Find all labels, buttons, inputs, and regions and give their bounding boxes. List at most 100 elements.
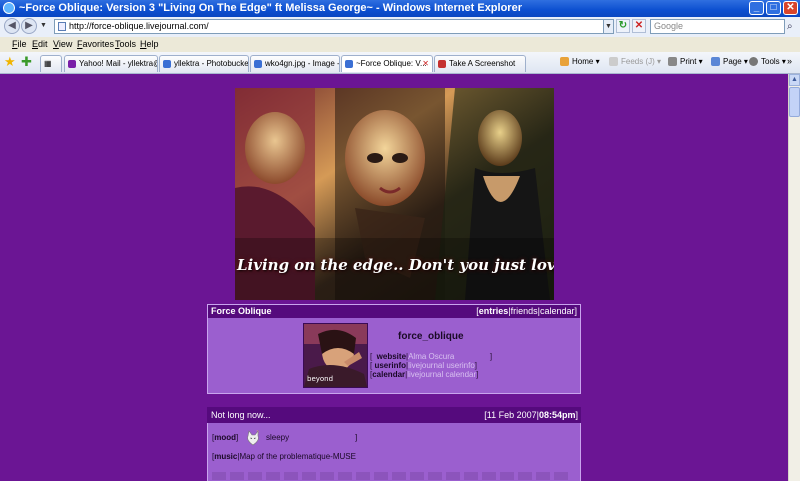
userinfo-link[interactable]: livejournal userinfo bbox=[408, 361, 475, 370]
tab-label: Take A Screenshot bbox=[449, 59, 516, 68]
calendar-row: [calendar|livejournal calendar] bbox=[370, 370, 479, 379]
tools-label: Tools bbox=[761, 57, 780, 66]
entry-text-cutoff bbox=[212, 472, 572, 480]
close-tab-icon[interactable]: ✕ bbox=[422, 56, 429, 71]
address-input[interactable]: http://force-oblique.livejournal.com/ bbox=[54, 19, 612, 34]
music-label: music bbox=[214, 452, 238, 461]
menu-view[interactable]: View bbox=[53, 37, 72, 52]
music-value: Map of the problematique-MUSE bbox=[239, 452, 356, 461]
menu-help[interactable]: Help bbox=[140, 37, 159, 52]
entry-date: [11 Feb 2007| bbox=[484, 410, 539, 420]
mood-label: mood bbox=[214, 433, 237, 442]
feeds-icon bbox=[609, 57, 618, 66]
tab-take-screenshot[interactable]: Take A Screenshot bbox=[434, 55, 526, 72]
add-favorite-icon[interactable]: ✚ bbox=[21, 55, 32, 69]
page-icon bbox=[58, 22, 66, 31]
menu-favorites[interactable]: Favorites bbox=[77, 37, 114, 52]
back-button[interactable]: ◀ bbox=[4, 18, 20, 34]
tab-label: wko4gn.jpg - Image - ... bbox=[265, 59, 340, 68]
sleepy-mood-icon bbox=[247, 430, 259, 446]
printer-icon bbox=[668, 57, 677, 66]
window-title: ~Force Oblique: Version 3 "Living On The… bbox=[19, 2, 522, 14]
journal-name: Force Oblique bbox=[211, 306, 272, 316]
nav-calendar-link[interactable]: calendar bbox=[540, 306, 575, 316]
feeds-button[interactable]: Feeds (J) ▾ bbox=[609, 56, 661, 68]
home-icon bbox=[560, 57, 569, 66]
page-button[interactable]: Page ▾ bbox=[711, 56, 748, 68]
menu-file[interactable]: File bbox=[12, 37, 27, 52]
address-dropdown[interactable]: ▼ bbox=[603, 19, 614, 34]
nav-entries-link[interactable]: entries bbox=[479, 306, 509, 316]
address-url: http://force-oblique.livejournal.com/ bbox=[69, 21, 209, 31]
home-button[interactable]: Home ▾ bbox=[560, 56, 600, 68]
search-input[interactable]: Google bbox=[650, 19, 785, 34]
userinfo-label: userinfo bbox=[374, 361, 407, 370]
userpic[interactable]: beyond bbox=[303, 323, 368, 388]
menu-tools[interactable]: Tools bbox=[115, 37, 136, 52]
window-titlebar: ~Force Oblique: Version 3 "Living On The… bbox=[0, 0, 800, 17]
profile-header: Force Oblique [entries|friends|calendar] bbox=[208, 305, 580, 318]
page-content: Living on the edge.. Don't you just love… bbox=[0, 74, 788, 481]
minimize-button[interactable]: _ bbox=[749, 1, 764, 15]
tab-label: Yahoo! Mail - yllektra@... bbox=[79, 59, 157, 68]
stop-button[interactable]: ✕ bbox=[632, 19, 646, 33]
page-icon bbox=[438, 60, 446, 68]
quick-tabs-icon: ▦ bbox=[44, 59, 52, 68]
bracket: ] bbox=[575, 410, 578, 420]
banner-caption: Living on the edge.. Don't you just love… bbox=[237, 256, 554, 274]
maximize-button[interactable]: □ bbox=[766, 1, 781, 15]
back-arrow-icon: ◀ bbox=[8, 20, 16, 31]
more-commands-button[interactable]: » bbox=[787, 56, 792, 66]
calendar-link[interactable]: livejournal calendar bbox=[407, 370, 476, 379]
tab-force-oblique[interactable]: ~Force Oblique: V... ✕ bbox=[341, 55, 433, 72]
address-toolbar: ◀ ▶ ▼ http://force-oblique.livejournal.c… bbox=[0, 17, 800, 37]
scroll-thumb[interactable] bbox=[789, 87, 800, 117]
internet-explorer-icon bbox=[3, 2, 15, 14]
journal-nav: [entries|friends|calendar] bbox=[476, 305, 577, 318]
entry-datetime: [11 Feb 2007|08:54pm] bbox=[484, 407, 578, 423]
mood-row: [mood] bbox=[212, 433, 239, 442]
print-label: Print bbox=[680, 57, 697, 66]
print-button[interactable]: Print ▾ bbox=[668, 56, 703, 68]
userinfo-row: [ userinfo|livejournal userinfo] bbox=[370, 361, 478, 370]
scroll-up-arrow-icon[interactable]: ▲ bbox=[789, 74, 800, 86]
page-icon bbox=[254, 60, 262, 68]
history-dropdown[interactable]: ▼ bbox=[38, 19, 49, 34]
vertical-scrollbar[interactable]: ▲ bbox=[788, 74, 800, 481]
favorites-star-icon[interactable]: ★ bbox=[4, 55, 16, 69]
yahoo-icon bbox=[68, 60, 76, 68]
website-link[interactable]: Alma Oscura bbox=[408, 352, 454, 361]
tab-bar: ★ ✚ ▦ Yahoo! Mail - yllektra@... yllektr… bbox=[0, 52, 800, 74]
entry-header: Not long now... [11 Feb 2007|08:54pm] bbox=[207, 407, 581, 423]
page-label: Page bbox=[723, 57, 742, 66]
quick-tabs-button[interactable]: ▦ bbox=[40, 55, 62, 72]
tab-photobucket[interactable]: yllektra - Photobucket ... bbox=[159, 55, 249, 72]
forward-arrow-icon: ▶ bbox=[25, 20, 33, 31]
profile-links: [ website|Alma Oscura ] [ userinfo|livej… bbox=[370, 352, 492, 379]
tab-yahoo-mail[interactable]: Yahoo! Mail - yllektra@... bbox=[64, 55, 158, 72]
bracket: ] bbox=[574, 306, 577, 316]
tab-label: yllektra - Photobucket ... bbox=[174, 59, 249, 68]
menu-bar: File Edit View Favorites Tools Help bbox=[0, 37, 800, 52]
website-label: website bbox=[376, 352, 407, 361]
entry-title[interactable]: Not long now... bbox=[211, 407, 271, 423]
header-banner-image: Living on the edge.. Don't you just love… bbox=[235, 88, 554, 300]
page-icon bbox=[345, 60, 353, 68]
gear-icon bbox=[749, 57, 758, 66]
entry-time[interactable]: 08:54pm bbox=[539, 410, 576, 420]
nav-friends-link[interactable]: friends bbox=[511, 306, 538, 316]
feeds-label: Feeds (J) bbox=[621, 57, 655, 66]
website-row: [ website|Alma Oscura ] bbox=[370, 352, 493, 361]
close-window-button[interactable]: ✕ bbox=[783, 1, 798, 15]
tools-button[interactable]: Tools ▾ bbox=[749, 56, 786, 68]
refresh-button[interactable]: ↻ bbox=[616, 19, 630, 33]
username[interactable]: force_oblique bbox=[398, 331, 464, 342]
tab-image[interactable]: wko4gn.jpg - Image - ... bbox=[250, 55, 340, 72]
menu-edit[interactable]: Edit bbox=[32, 37, 48, 52]
profile-panel: Force Oblique [entries|friends|calendar]… bbox=[207, 304, 581, 394]
search-icon[interactable]: ⌕ bbox=[787, 19, 799, 34]
home-label: Home bbox=[572, 57, 594, 66]
calendar-label: calendar bbox=[372, 370, 406, 379]
tab-label: ~Force Oblique: V... bbox=[356, 59, 427, 68]
forward-button[interactable]: ▶ bbox=[21, 18, 37, 34]
